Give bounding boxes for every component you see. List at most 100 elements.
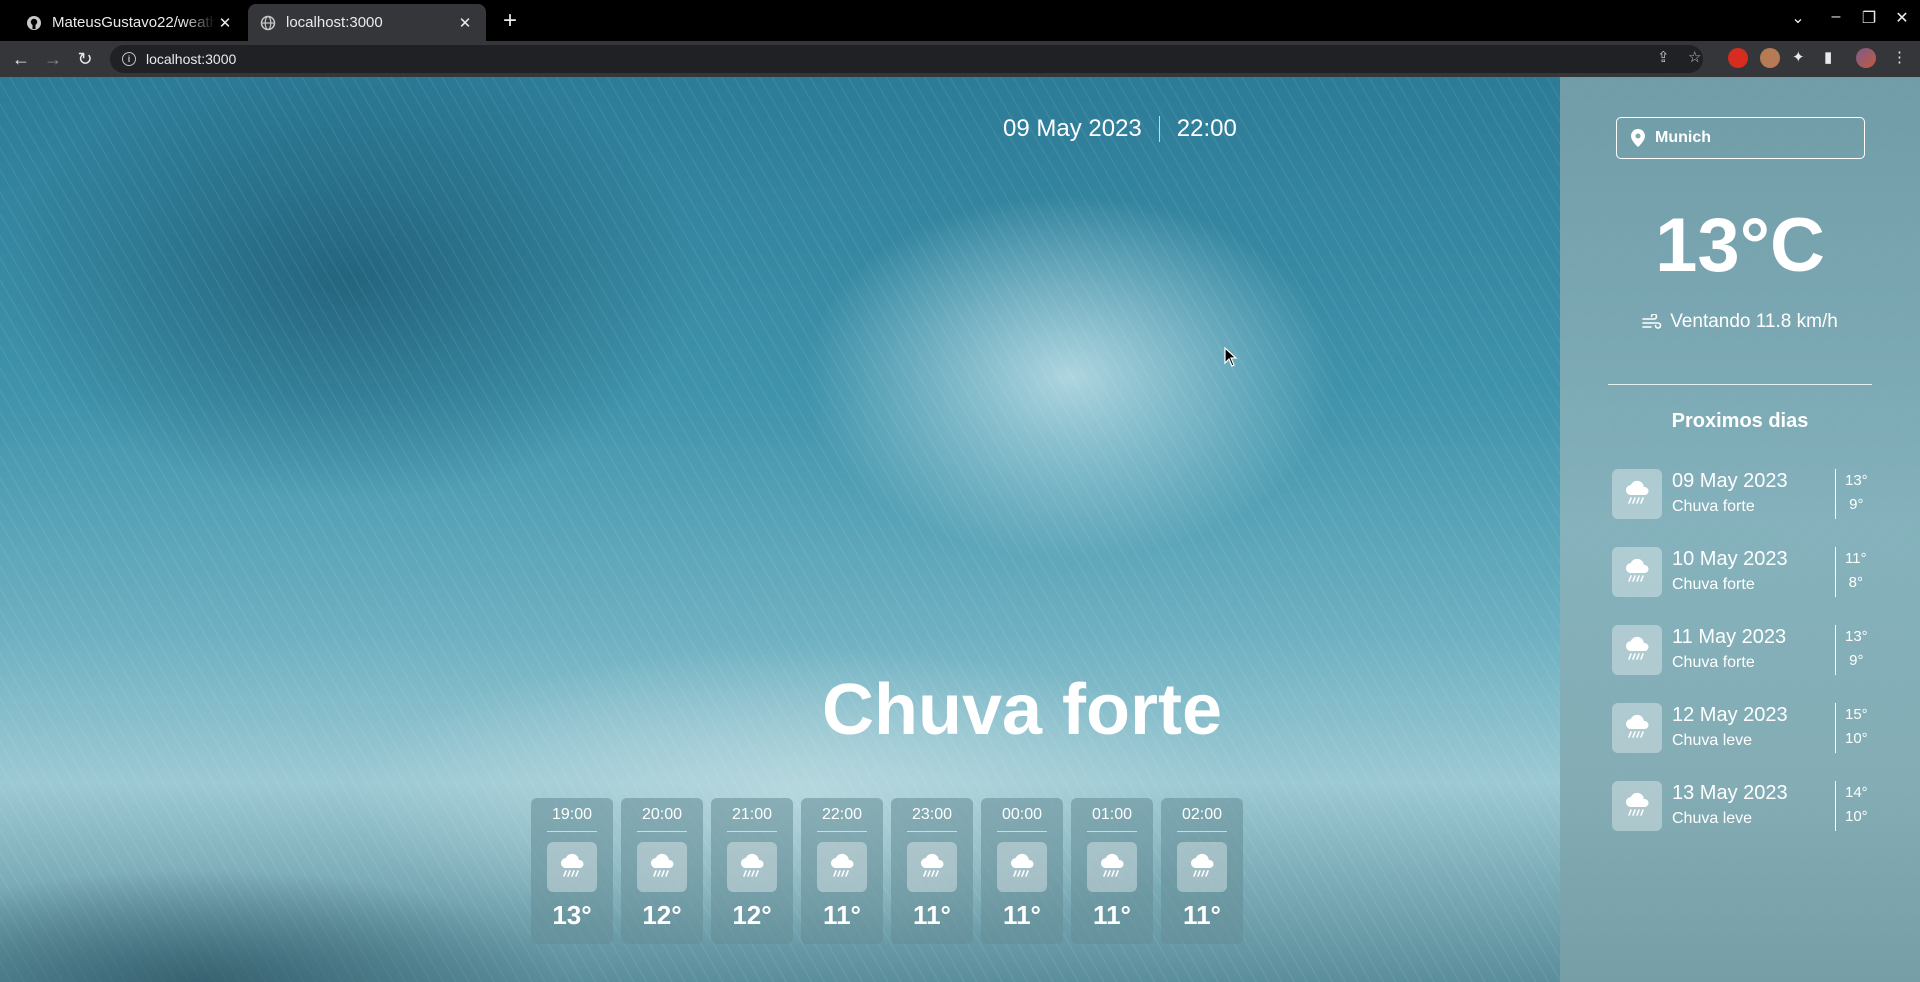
current-temperature: 13°C: [1655, 203, 1825, 288]
hourly-card: 23:00 11°: [891, 798, 973, 944]
forecast-day-row: 09 May 2023 Chuva forte 13° 9°: [1612, 469, 1882, 547]
profile-avatar[interactable]: [1856, 48, 1876, 68]
day-info: 13 May 2023 Chuva leve: [1672, 781, 1788, 828]
hour-label: 22:00: [817, 806, 867, 832]
day-info: 12 May 2023 Chuva leve: [1672, 703, 1788, 750]
share-icon[interactable]: ⇪: [1657, 48, 1670, 66]
extension-avatar-icon[interactable]: [1760, 48, 1780, 68]
day-max-temp: 13°: [1845, 472, 1868, 489]
hour-temperature: 11°: [913, 900, 951, 930]
hour-label: 21:00: [727, 806, 777, 832]
address-bar[interactable]: i localhost:3000: [110, 45, 1703, 73]
close-window-icon[interactable]: ✕: [1890, 8, 1914, 28]
mouse-cursor-icon: [1224, 347, 1238, 367]
hourly-card: 02:00 11°: [1161, 798, 1243, 944]
weather-condition: Chuva forte: [822, 670, 1223, 750]
heavy-rain-icon: [727, 842, 777, 892]
heavy-rain-icon: [907, 842, 957, 892]
restore-icon[interactable]: ❐: [1857, 8, 1881, 28]
side-panel-icon[interactable]: ▮: [1824, 48, 1832, 66]
hour-temperature: 13°: [552, 900, 592, 930]
day-max-temp: 11°: [1845, 550, 1867, 567]
minimize-icon[interactable]: –: [1824, 8, 1848, 26]
hour-label: 20:00: [637, 806, 687, 832]
day-max-temp: 13°: [1845, 628, 1868, 645]
tab-strip: MateusGustavo22/weather-app ✕ localhost:…: [0, 0, 1920, 41]
hourly-card: 00:00 11°: [981, 798, 1063, 944]
close-tab-icon[interactable]: ✕: [216, 14, 234, 32]
heavy-rain-icon: [817, 842, 867, 892]
heavy-rain-icon: [637, 842, 687, 892]
day-description: Chuva leve: [1672, 810, 1753, 827]
tab-title: localhost:3000: [286, 14, 383, 31]
day-description: Chuva forte: [1672, 498, 1755, 515]
hourly-card: 19:00 13°: [531, 798, 613, 944]
day-temp-range: 13° 9°: [1835, 625, 1868, 675]
divider: [1158, 116, 1160, 142]
forward-icon[interactable]: →: [40, 46, 66, 72]
day-min-temp: 9°: [1849, 652, 1864, 669]
sidebar-divider: [1608, 384, 1872, 385]
close-tab-icon[interactable]: ✕: [456, 14, 474, 32]
day-min-temp: 9°: [1849, 496, 1864, 513]
current-datetime: 09 May 2023 22:00: [1003, 115, 1237, 143]
hour-temperature: 11°: [1003, 900, 1041, 930]
day-min-temp: 8°: [1848, 574, 1863, 591]
next-days-title: Proximos dias: [1671, 410, 1809, 432]
forecast-day-row: 12 May 2023 Chuva leve 15° 10°: [1612, 703, 1882, 781]
day-description: Chuva leve: [1672, 732, 1753, 749]
heavy-rain-icon: [1177, 842, 1227, 892]
forecast-day-row: 11 May 2023 Chuva forte 13° 9°: [1612, 625, 1882, 703]
url-text: localhost:3000: [146, 51, 237, 67]
daily-forecast: 09 May 2023 Chuva forte 13° 9° 10 May 2023 Ch…: [1612, 469, 1882, 859]
day-info: 09 May 2023 Chuva forte: [1672, 469, 1788, 516]
sidebar: 13°C Ventando 11.8 km/h Proximos dias 09…: [1560, 77, 1920, 982]
hour-temperature: 12°: [732, 900, 772, 930]
rain-icon: [1612, 781, 1662, 831]
current-date: 09 May 2023: [1003, 115, 1142, 142]
back-icon[interactable]: ←: [8, 46, 34, 72]
day-date: 11 May 2023: [1672, 626, 1787, 648]
hour-temperature: 12°: [642, 900, 682, 930]
hour-label: 02:00: [1177, 806, 1227, 832]
hour-temperature: 11°: [1183, 900, 1221, 930]
forecast-day-row: 10 May 2023 Chuva forte 11° 8°: [1612, 547, 1882, 625]
hour-label: 19:00: [547, 806, 597, 832]
day-description: Chuva forte: [1672, 654, 1755, 671]
extensions-puzzle-icon[interactable]: ✦: [1792, 48, 1805, 66]
day-info: 10 May 2023 Chuva forte: [1672, 547, 1788, 594]
hourly-card: 20:00 12°: [621, 798, 703, 944]
menu-kebab-icon[interactable]: ⋮: [1892, 48, 1907, 66]
new-tab-button[interactable]: +: [497, 9, 523, 35]
city-input[interactable]: [1655, 129, 1845, 147]
heavy-rain-icon: [1087, 842, 1137, 892]
reload-icon[interactable]: ↻: [72, 46, 98, 72]
tab-search-icon[interactable]: ⌄: [1786, 8, 1810, 28]
extension-adblock-icon[interactable]: [1728, 48, 1748, 68]
city-search[interactable]: [1616, 117, 1865, 159]
site-info-icon[interactable]: i: [122, 52, 136, 66]
weather-page: 09 May 2023 22:00 Chuva forte 19:00 13° 20…: [0, 77, 1920, 982]
bookmark-star-icon[interactable]: ☆: [1688, 48, 1701, 66]
day-max-temp: 15°: [1845, 706, 1868, 723]
wind-text: Ventando 11.8 km/h: [1670, 311, 1838, 332]
day-date: 13 May 2023: [1672, 782, 1788, 804]
hourly-card: 21:00 12°: [711, 798, 793, 944]
day-date: 10 May 2023: [1672, 548, 1788, 570]
day-temp-range: 15° 10°: [1835, 703, 1868, 753]
forecast-day-row: 13 May 2023 Chuva leve 14° 10°: [1612, 781, 1882, 859]
day-info: 11 May 2023 Chuva forte: [1672, 625, 1786, 672]
tab-github[interactable]: MateusGustavo22/weather-app ✕: [14, 4, 246, 41]
heavy-rain-icon: [997, 842, 1047, 892]
tab-localhost[interactable]: localhost:3000 ✕: [248, 4, 486, 41]
hour-label: 23:00: [907, 806, 957, 832]
rain-icon: [1612, 625, 1662, 675]
current-time: 22:00: [1176, 115, 1237, 142]
hour-label: 01:00: [1087, 806, 1137, 832]
location-pin-icon: [1631, 129, 1645, 147]
globe-icon: [260, 15, 276, 31]
rain-icon: [1612, 703, 1662, 753]
hourly-card: 22:00 11°: [801, 798, 883, 944]
day-temp-range: 14° 10°: [1835, 781, 1868, 831]
day-description: Chuva forte: [1672, 576, 1755, 593]
